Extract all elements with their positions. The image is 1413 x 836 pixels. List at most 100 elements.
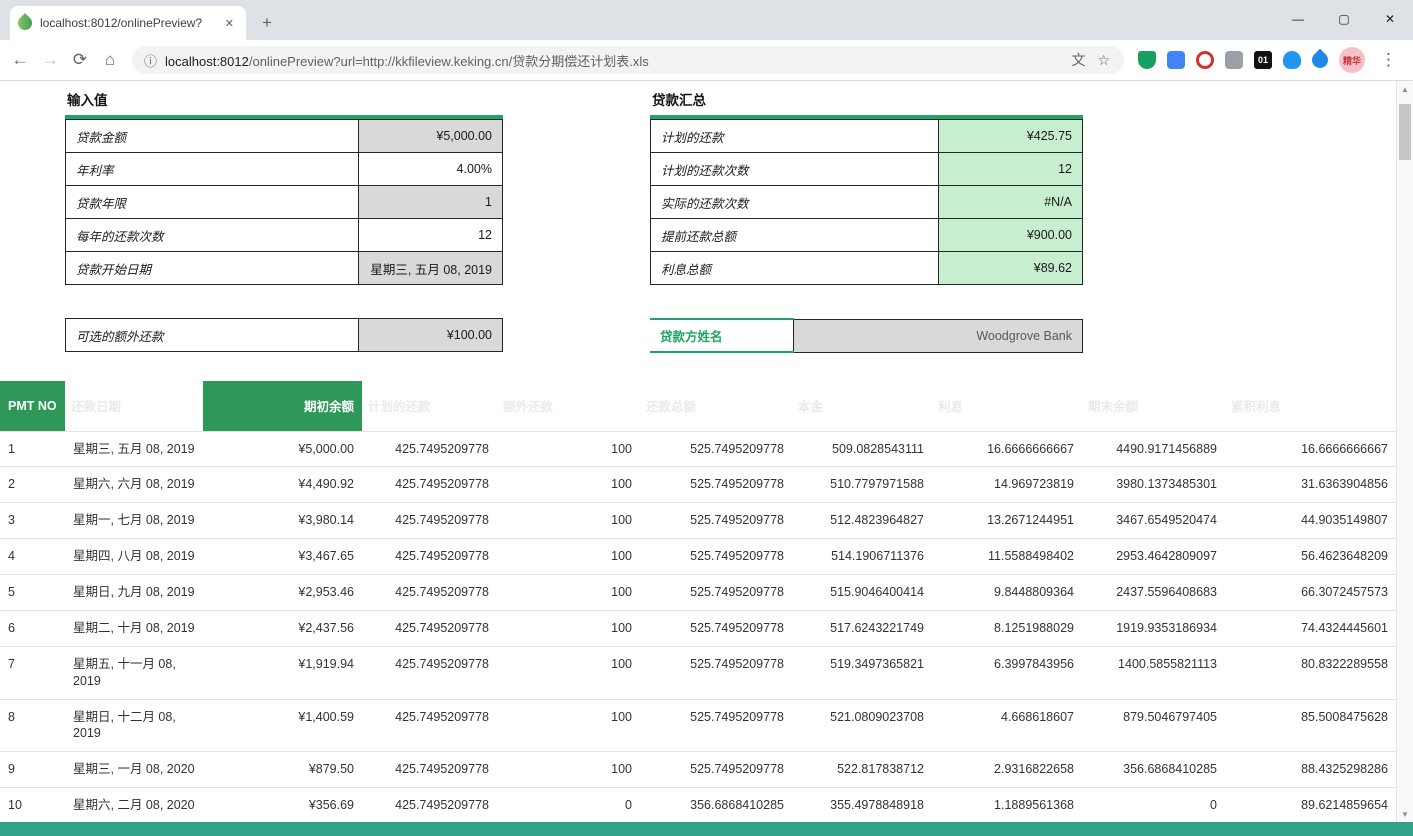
scroll-up-icon[interactable]: ▲ — [1397, 81, 1413, 97]
summary-row: 提前还款总额¥900.00 — [651, 219, 1083, 252]
summary-row-value: 12 — [939, 153, 1083, 186]
amount-cell: ¥2,953.46 — [203, 575, 362, 611]
schedule-row: 3星期一, 七月 08, 2019¥3,980.14425.7495209778… — [0, 503, 1396, 539]
extra-payment-value: ¥100.00 — [359, 319, 503, 352]
amount-cell: 425.7495209778 — [362, 699, 497, 752]
home-button[interactable]: ⌂ — [96, 46, 124, 74]
amount-cell: 11.5588498402 — [932, 539, 1082, 575]
payment-date-cell: 星期五, 十一月 08, 2019 — [65, 646, 203, 699]
amount-cell: ¥2,437.56 — [203, 610, 362, 646]
amount-cell: 2953.4642809097 — [1082, 539, 1225, 575]
browser-tab[interactable]: localhost:8012/onlinePreview? ✕ — [10, 6, 246, 40]
amount-cell: 8.1251988029 — [932, 610, 1082, 646]
amount-cell: 100 — [497, 610, 640, 646]
amount-cell: 879.5046797405 — [1082, 699, 1225, 752]
pmt-no-cell: 3 — [0, 503, 65, 539]
amount-cell: 355.4978848918 — [792, 788, 932, 824]
amount-cell: ¥3,467.65 — [203, 539, 362, 575]
gray-extension-icon[interactable] — [1225, 51, 1243, 69]
page-info-icon[interactable]: ⓘ — [144, 51, 157, 70]
window-minimize-button[interactable]: — — [1275, 0, 1321, 38]
schedule-row: 9星期三, 一月 08, 2020¥879.50425.749520977810… — [0, 752, 1396, 788]
lender-value: Woodgrove Bank — [793, 319, 1083, 352]
summary-row: 实际的还款次数#N/A — [651, 186, 1083, 219]
pmt-no-cell: 10 — [0, 788, 65, 824]
cloud-extension-icon[interactable] — [1283, 51, 1301, 69]
input-row: 年利率4.00% — [66, 153, 503, 186]
bookmark-star-icon[interactable]: ☆ — [1095, 52, 1112, 69]
pmt-no-cell: 5 — [0, 575, 65, 611]
summary-row-value: ¥89.62 — [939, 252, 1083, 285]
input-panel: 输入值 贷款金额¥5,000.00年利率4.00%贷款年限1每年的还款次数12贷… — [65, 85, 503, 352]
pmt-no-cell: 8 — [0, 699, 65, 752]
new-tab-button[interactable]: + — [254, 10, 280, 36]
amount-cell: 0 — [1082, 788, 1225, 824]
amount-cell: 100 — [497, 503, 640, 539]
translate-icon[interactable]: 文 — [1069, 50, 1087, 70]
summary-row-value: #N/A — [939, 186, 1083, 219]
scrollbar-thumb[interactable] — [1399, 104, 1411, 160]
summary-row-label: 计划的还款 — [651, 120, 939, 153]
schedule-column-header: 还款总额 — [640, 381, 792, 431]
bird-extension-icon[interactable] — [1309, 49, 1332, 72]
payment-date-cell: 星期三, 一月 08, 2020 — [65, 752, 203, 788]
address-bar[interactable]: ⓘ localhost:8012/onlinePreview?url=http:… — [132, 46, 1124, 74]
pmt-no-cell: 4 — [0, 539, 65, 575]
blue-extension-icon[interactable] — [1167, 51, 1185, 69]
amount-cell: 425.7495209778 — [362, 788, 497, 824]
window-maximize-button[interactable]: ▢ — [1321, 0, 1367, 38]
amount-cell: 44.9035149807 — [1225, 503, 1396, 539]
schedule-rows: 1星期三, 五月 08, 2019¥5,000.00425.7495209778… — [0, 431, 1396, 824]
input-rows: 贷款金额¥5,000.00年利率4.00%贷款年限1每年的还款次数12贷款开始日… — [66, 120, 503, 285]
input-row-value: ¥5,000.00 — [359, 120, 503, 153]
amount-cell: 517.6243221749 — [792, 610, 932, 646]
back-button[interactable]: ← — [6, 46, 34, 74]
amount-cell: 512.4823964827 — [792, 503, 932, 539]
tab-strip: localhost:8012/onlinePreview? ✕ + — ▢ ✕ — [0, 0, 1413, 40]
input-row-label: 贷款金额 — [66, 120, 359, 153]
lender-label: 贷款方姓名 — [650, 319, 793, 352]
amount-cell: 14.969723819 — [932, 467, 1082, 503]
schedule-row: 5星期日, 九月 08, 2019¥2,953.46425.7495209778… — [0, 575, 1396, 611]
profile-avatar[interactable]: 精华 — [1339, 47, 1365, 73]
amount-cell: 515.9046400414 — [792, 575, 932, 611]
amount-cell: 525.7495209778 — [640, 467, 792, 503]
scroll-down-icon[interactable]: ▼ — [1397, 806, 1413, 822]
amount-cell: 425.7495209778 — [362, 575, 497, 611]
spreadsheet-preview: 输入值 贷款金额¥5,000.00年利率4.00%贷款年限1每年的还款次数12贷… — [0, 81, 1413, 836]
forward-button[interactable]: → — [36, 46, 64, 74]
pmt-no-cell: 2 — [0, 467, 65, 503]
amount-cell: 0 — [497, 788, 640, 824]
amortization-schedule: PMT NO还款日期期初余额计划的还款额外还款还款总额本金利息期末余额累积利息 … — [0, 381, 1396, 824]
payment-date-cell: 星期一, 七月 08, 2019 — [65, 503, 203, 539]
amount-cell: 525.7495209778 — [640, 503, 792, 539]
reload-button[interactable]: ⟳ — [66, 46, 94, 74]
amount-cell: 525.7495209778 — [640, 431, 792, 467]
amount-cell: ¥1,919.94 — [203, 646, 362, 699]
amount-cell: 425.7495209778 — [362, 610, 497, 646]
payment-date-cell: 星期四, 八月 08, 2019 — [65, 539, 203, 575]
amount-cell: 100 — [497, 752, 640, 788]
amount-cell: 74.4324445601 — [1225, 610, 1396, 646]
window-close-button[interactable]: ✕ — [1367, 0, 1413, 38]
tab-close-icon[interactable]: ✕ — [221, 15, 238, 32]
schedule-column-header: 还款日期 — [65, 381, 203, 431]
amount-cell: 525.7495209778 — [640, 575, 792, 611]
summary-row-label: 计划的还款次数 — [651, 153, 939, 186]
summary-row-value: ¥900.00 — [939, 219, 1083, 252]
amount-cell: 519.3497365821 — [792, 646, 932, 699]
shield-extension-icon[interactable] — [1138, 51, 1156, 69]
amount-cell: 509.0828543111 — [792, 431, 932, 467]
input-row-value: 星期三, 五月 08, 2019 — [359, 252, 503, 285]
vertical-scrollbar[interactable]: ▲ ▼ — [1396, 81, 1413, 822]
schedule-row: 7星期五, 十一月 08, 2019¥1,919.94425.749520977… — [0, 646, 1396, 699]
amount-cell: 510.7797971588 — [792, 467, 932, 503]
amount-cell: 16.6666666667 — [932, 431, 1082, 467]
amount-cell: 13.2671244951 — [932, 503, 1082, 539]
browser-menu-icon[interactable]: ⋮ — [1376, 50, 1401, 70]
amount-cell: ¥879.50 — [203, 752, 362, 788]
ring-extension-icon[interactable] — [1196, 51, 1214, 69]
amount-cell: 4.668618607 — [932, 699, 1082, 752]
schedule-column-header: 累积利息 — [1225, 381, 1396, 431]
badge-extension-icon[interactable]: 01 — [1254, 51, 1272, 69]
